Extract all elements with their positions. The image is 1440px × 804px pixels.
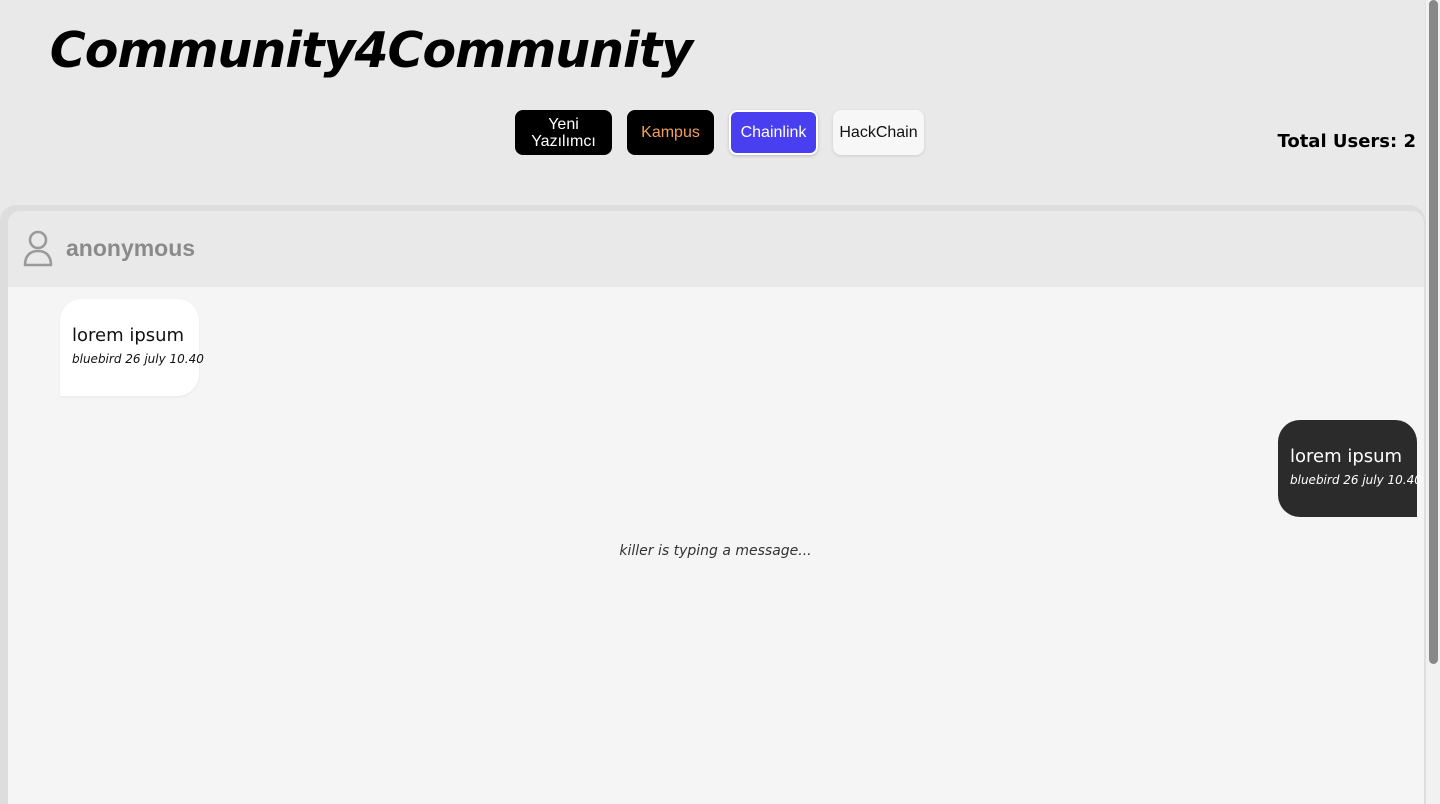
- community-button-yeni-yazilimci[interactable]: Yeni Yazılımcı: [515, 110, 612, 155]
- community-buttons: Yeni Yazılımcı Kampus Chainlink HackChai…: [515, 110, 924, 155]
- total-users-count: Total Users: 2: [1277, 131, 1416, 152]
- message-text: lorem ipsum: [72, 325, 185, 346]
- chat-panel: anonymous lorem ipsum bluebird 26 july 1…: [0, 205, 1425, 804]
- page: Community4Community Yeni Yazılımcı Kampu…: [0, 0, 1440, 804]
- message-text: lorem ipsum: [1290, 446, 1403, 467]
- message-meta: bluebird 26 july 10.40: [1290, 473, 1422, 487]
- site-title-text: Community4Community: [49, 22, 693, 79]
- chat-user-name: anonymous: [66, 235, 196, 261]
- scrollbar-thumb[interactable]: [1429, 0, 1438, 664]
- community-button-kampus[interactable]: Kampus: [627, 110, 714, 155]
- chat-header: anonymous: [8, 211, 1424, 287]
- site-title: Community4Community: [0, 22, 1440, 79]
- community-button-chainlink[interactable]: Chainlink: [729, 110, 818, 155]
- typing-indicator: killer is typing a message...: [8, 543, 1440, 559]
- typing-indicator-text: killer is typing a message...: [619, 543, 812, 559]
- user-icon: [23, 230, 53, 267]
- message-list[interactable]: lorem ipsum bluebird 26 july 10.40 lorem…: [8, 287, 1424, 804]
- message-meta: bluebird 26 july 10.40: [72, 352, 204, 366]
- message-bubble-incoming: lorem ipsum bluebird 26 july 10.40: [60, 299, 204, 396]
- message-bubble-outgoing: lorem ipsum bluebird 26 july 10.40: [1278, 420, 1422, 517]
- community-button-hackchain[interactable]: HackChain: [833, 110, 924, 155]
- page-scrollbar[interactable]: [1425, 0, 1440, 804]
